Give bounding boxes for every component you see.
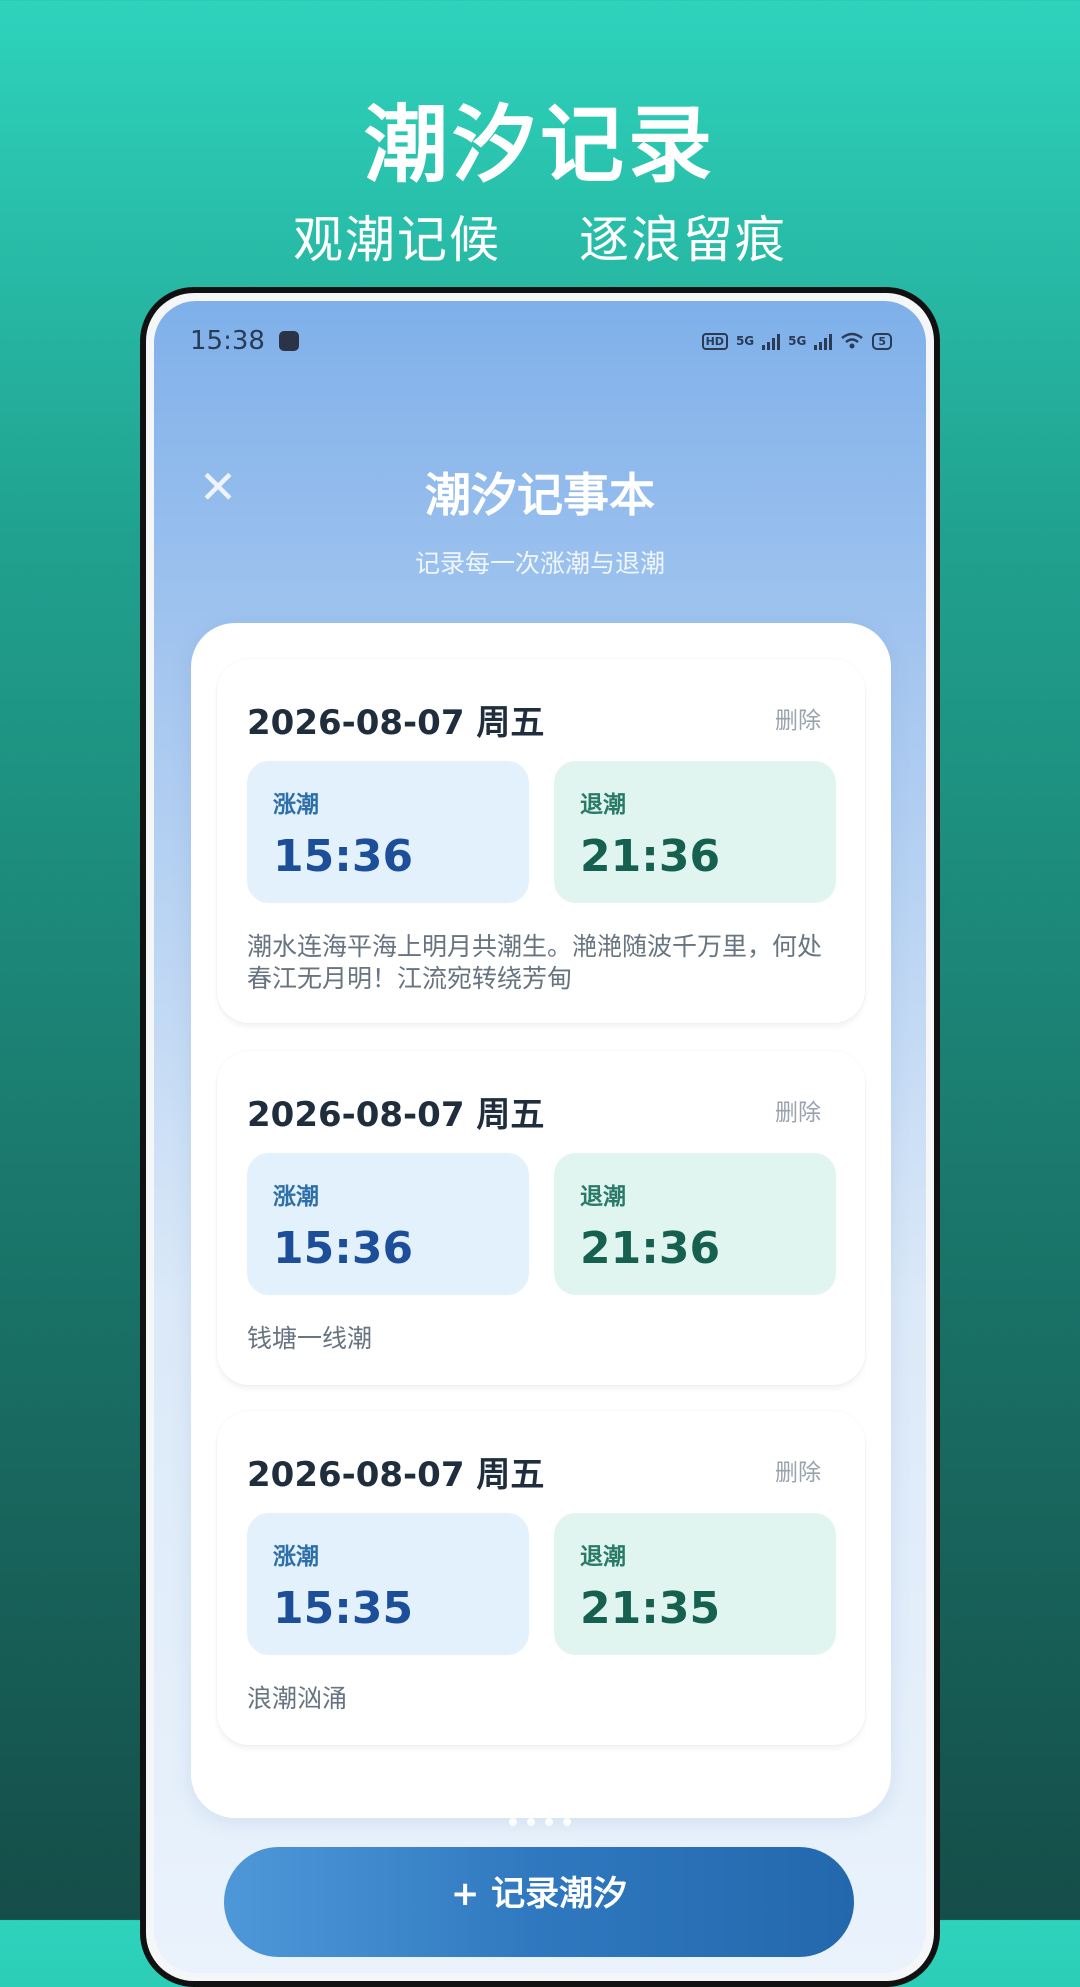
delete-button[interactable]: 删除	[775, 701, 821, 735]
record-date: 2026-08-07 周五	[247, 1455, 545, 1495]
record-date: 2026-08-07 周五	[247, 703, 545, 743]
ebb-time: 21:35	[580, 1583, 721, 1634]
rise-time: 15:35	[273, 1583, 414, 1634]
status-time: 15:38	[190, 326, 265, 356]
phone-bezel: 15:38 HD 5G 5G 5 ✕ 潮汐记事本 记录每一次涨潮与退潮 2026…	[146, 293, 934, 1981]
ebb-label: 退潮	[580, 1544, 626, 1570]
network-label-2: 5G	[788, 334, 807, 348]
battery-icon: 5	[872, 332, 892, 350]
ebb-label: 退潮	[580, 1184, 626, 1210]
records-panel: 2026-08-07 周五 删除 涨潮 15:36 退潮 21:36 潮水连海平…	[191, 623, 891, 1818]
status-left: 15:38	[190, 326, 299, 356]
record-note: 浪潮汹涌	[247, 1684, 348, 1713]
record-note: 钱塘一线潮	[247, 1324, 373, 1353]
promo-title: 潮汐记录	[363, 96, 716, 194]
ebb-tide-box: 退潮 21:35	[554, 1513, 836, 1655]
ebb-time: 21:36	[580, 831, 721, 882]
delete-button[interactable]: 删除	[775, 1093, 821, 1127]
ebb-tide-box: 退潮 21:36	[554, 1153, 836, 1295]
record-card[interactable]: 2026-08-07 周五 删除 涨潮 15:36 退潮 21:36 潮水连海平…	[217, 659, 865, 1023]
status-bar: 15:38 HD 5G 5G 5	[190, 321, 892, 361]
promo-subtitle-right: 逐浪留痕	[578, 211, 787, 269]
app-screen: 15:38 HD 5G 5G 5 ✕ 潮汐记事本 记录每一次涨潮与退潮 2026…	[154, 301, 926, 1973]
record-card[interactable]: 2026-08-07 周五 删除 涨潮 15:36 退潮 21:36 钱塘一线潮	[217, 1051, 865, 1385]
notification-icon	[278, 331, 299, 351]
rise-tide-box: 涨潮 15:35	[247, 1513, 529, 1655]
promo-subtitle-left: 观潮记候	[293, 211, 502, 269]
rise-label: 涨潮	[273, 792, 319, 818]
scroll-indicator	[154, 1811, 926, 1830]
ebb-label: 退潮	[580, 792, 626, 818]
phone-frame: 15:38 HD 5G 5G 5 ✕ 潮汐记事本 记录每一次涨潮与退潮 2026…	[140, 287, 940, 1987]
record-card[interactable]: 2026-08-07 周五 删除 涨潮 15:35 退潮 21:35 浪潮汹涌	[217, 1411, 865, 1745]
status-right: HD 5G 5G 5	[701, 332, 892, 350]
record-note: 潮水连海平海上明月共潮生。滟滟随波千万里，何处春江无月明！江流宛转绕芳甸	[247, 932, 823, 993]
signal-icon	[762, 332, 781, 350]
rise-time: 15:36	[273, 1223, 414, 1274]
page-subtitle: 记录每一次涨潮与退潮	[414, 549, 665, 578]
rise-tide-box: 涨潮 15:36	[247, 1153, 529, 1295]
ebb-tide-box: 退潮 21:36	[554, 761, 836, 903]
promo-subtitle: 观潮记候 逐浪留痕	[0, 200, 1080, 272]
rise-time: 15:36	[273, 831, 414, 882]
network-label-1: 5G	[735, 334, 755, 348]
add-record-button[interactable]: + 记录潮汐	[224, 1847, 854, 1957]
record-date: 2026-08-07 周五	[247, 1095, 545, 1135]
rise-tide-box: 涨潮 15:36	[247, 761, 529, 903]
rise-label: 涨潮	[273, 1184, 319, 1210]
wifi-icon	[841, 332, 864, 349]
ebb-time: 21:36	[580, 1223, 721, 1274]
signal-icon-2	[814, 332, 833, 350]
delete-button[interactable]: 删除	[775, 1453, 821, 1487]
page-title: 潮汐记事本	[425, 468, 655, 522]
rise-label: 涨潮	[273, 1544, 319, 1570]
hd-icon: HD	[701, 332, 728, 350]
